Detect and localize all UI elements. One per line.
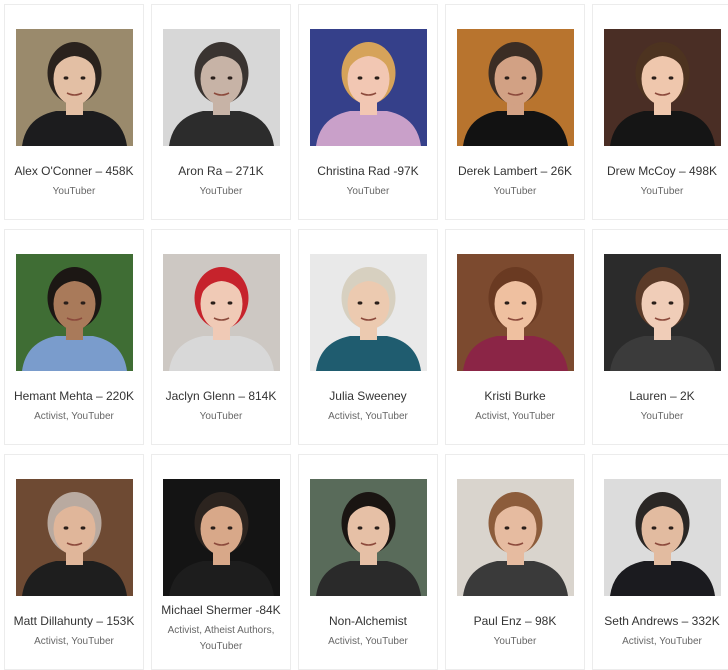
person-name[interactable]: Alex O'Conner – 458K <box>7 163 141 179</box>
category-tag-link[interactable]: Activist <box>34 411 66 422</box>
category-tag-link[interactable]: YouTuber <box>347 186 390 197</box>
category-tag-link[interactable]: YouTuber <box>641 411 684 422</box>
category-tags: YouTuber <box>158 409 284 425</box>
person-card[interactable]: Hemant Mehta – 220K Activist, YouTuber <box>4 229 144 445</box>
person-name[interactable]: Julia Sweeney <box>301 388 435 404</box>
profile-photo[interactable] <box>163 29 280 146</box>
person-card[interactable]: Jaclyn Glenn – 814K YouTuber <box>151 229 291 445</box>
category-tag-link[interactable]: Activist <box>328 636 360 647</box>
category-tag-link[interactable]: YouTuber <box>512 411 555 422</box>
person-name[interactable]: Kristi Burke <box>448 388 582 404</box>
category-tag-link[interactable]: YouTuber <box>200 411 243 422</box>
person-card[interactable]: Lauren – 2K YouTuber <box>592 229 728 445</box>
tag-separator: , <box>271 625 275 636</box>
category-tag-link[interactable]: YouTuber <box>659 636 702 647</box>
person-card[interactable]: Paul Enz – 98K YouTuber <box>445 454 585 670</box>
category-tags: YouTuber <box>452 634 578 650</box>
profile-photo[interactable] <box>310 29 427 146</box>
category-tag-link[interactable]: Atheist Authors <box>204 625 271 636</box>
category-tag-link[interactable]: YouTuber <box>494 186 537 197</box>
person-name[interactable]: Matt Dillahunty – 153K <box>7 613 141 629</box>
person-card[interactable]: Kristi Burke Activist, YouTuber <box>445 229 585 445</box>
category-tags: Activist, YouTuber <box>305 634 431 650</box>
person-card[interactable]: Non-Alchemist Activist, YouTuber <box>298 454 438 670</box>
person-card[interactable]: Julia Sweeney Activist, YouTuber <box>298 229 438 445</box>
person-name[interactable]: Lauren – 2K <box>595 388 728 404</box>
category-tag-link[interactable]: YouTuber <box>494 636 537 647</box>
profile-photo[interactable] <box>163 479 280 596</box>
category-tag-link[interactable]: Activist <box>328 411 360 422</box>
person-name[interactable]: Michael Shermer -84K <box>154 602 288 618</box>
category-tag-link[interactable]: Activist <box>622 636 654 647</box>
person-card[interactable]: Drew McCoy – 498K YouTuber <box>592 4 728 220</box>
profile-photo[interactable] <box>310 479 427 596</box>
person-name[interactable]: Seth Andrews – 332K <box>595 613 728 629</box>
profile-photo[interactable] <box>457 29 574 146</box>
profile-photo[interactable] <box>163 254 280 371</box>
person-name[interactable]: Non-Alchemist <box>301 613 435 629</box>
category-tags: Activist, YouTuber <box>305 409 431 425</box>
category-tag-link[interactable]: Activist <box>475 411 507 422</box>
profile-photo[interactable] <box>604 254 721 371</box>
profile-photo[interactable] <box>604 29 721 146</box>
person-card[interactable]: Matt Dillahunty – 153K Activist, YouTuber <box>4 454 144 670</box>
profile-photo[interactable] <box>457 254 574 371</box>
person-card[interactable]: Christina Rad -97K YouTuber <box>298 4 438 220</box>
person-name[interactable]: Christina Rad -97K <box>301 163 435 179</box>
person-card[interactable]: Aron Ra – 271K YouTuber <box>151 4 291 220</box>
profile-photo[interactable] <box>16 479 133 596</box>
person-card[interactable]: Derek Lambert – 26K YouTuber <box>445 4 585 220</box>
category-tags: YouTuber <box>452 184 578 200</box>
category-tag-link[interactable]: YouTuber <box>71 411 114 422</box>
category-tag-link[interactable]: YouTuber <box>365 411 408 422</box>
person-name[interactable]: Aron Ra – 271K <box>154 163 288 179</box>
person-name[interactable]: Paul Enz – 98K <box>448 613 582 629</box>
category-tag-link[interactable]: YouTuber <box>200 186 243 197</box>
category-tags: YouTuber <box>599 409 725 425</box>
category-tag-link[interactable]: Activist <box>34 636 66 647</box>
category-tag-link[interactable]: YouTuber <box>200 641 243 652</box>
person-name[interactable]: Derek Lambert – 26K <box>448 163 582 179</box>
person-name[interactable]: Drew McCoy – 498K <box>595 163 728 179</box>
person-name[interactable]: Jaclyn Glenn – 814K <box>154 388 288 404</box>
category-tag-link[interactable]: YouTuber <box>71 636 114 647</box>
person-card[interactable]: Michael Shermer -84K Activist, Atheist Au… <box>151 454 291 670</box>
person-card[interactable]: Seth Andrews – 332K Activist, YouTuber <box>592 454 728 670</box>
person-name[interactable]: Hemant Mehta – 220K <box>7 388 141 404</box>
category-tag-link[interactable]: YouTuber <box>641 186 684 197</box>
category-tag-link[interactable]: YouTuber <box>365 636 408 647</box>
person-card[interactable]: Alex O'Conner – 458K YouTuber <box>4 4 144 220</box>
category-tags: Activist, Atheist Authors, YouTuber <box>158 623 284 655</box>
category-tags: YouTuber <box>305 184 431 200</box>
category-tags: Activist, YouTuber <box>11 634 137 650</box>
category-tag-link[interactable]: Activist <box>168 625 200 636</box>
category-tags: YouTuber <box>158 184 284 200</box>
profile-photo[interactable] <box>604 479 721 596</box>
category-tags: Activist, YouTuber <box>599 634 725 650</box>
category-tag-link[interactable]: YouTuber <box>53 186 96 197</box>
profile-photo[interactable] <box>310 254 427 371</box>
category-tags: Activist, YouTuber <box>11 409 137 425</box>
category-tags: Activist, YouTuber <box>452 409 578 425</box>
profile-photo[interactable] <box>16 254 133 371</box>
category-tags: YouTuber <box>599 184 725 200</box>
category-tags: YouTuber <box>11 184 137 200</box>
profile-photo[interactable] <box>16 29 133 146</box>
profile-photo[interactable] <box>457 479 574 596</box>
